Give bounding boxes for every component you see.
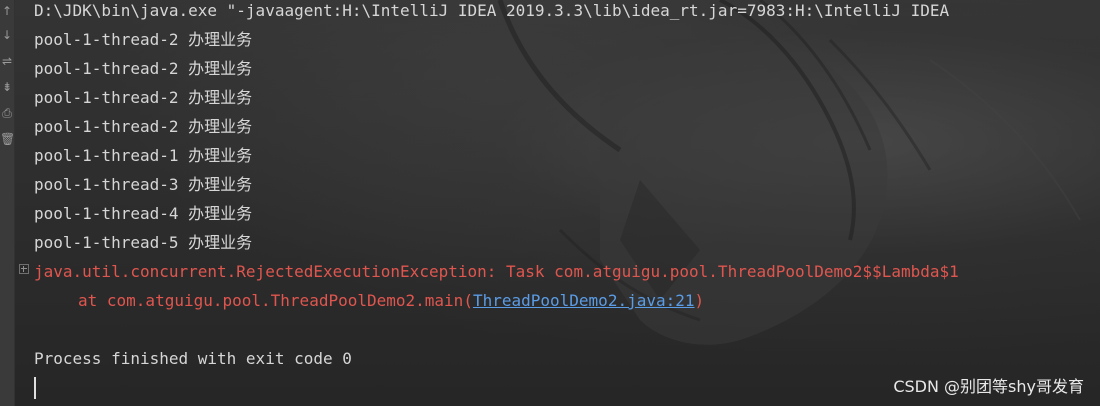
exception-line: java.util.concurrent.RejectedExecutionEx…: [34, 262, 959, 281]
command-line: D:\JDK\bin\java.exe "-javaagent:H:\Intel…: [34, 1, 950, 20]
output-line: pool-1-thread-2 办理业务: [34, 59, 253, 78]
stack-trace-text: at com.atguigu.pool.ThreadPoolDemo2.main…: [78, 291, 473, 310]
text-cursor: [34, 377, 36, 399]
arrow-down-icon[interactable]: ↓: [0, 26, 14, 44]
arrow-up-icon[interactable]: ↑: [0, 2, 14, 20]
console-toolbar: ↑ ↓ ⇌ ⇟ ⎙ 🗑: [0, 0, 15, 406]
scroll-to-end-icon[interactable]: ⇟: [0, 78, 14, 96]
output-line: pool-1-thread-3 办理业务: [34, 175, 253, 194]
watermark: CSDN @别团等shy哥发育: [893, 377, 1084, 396]
output-line: pool-1-thread-1 办理业务: [34, 146, 253, 165]
trash-icon[interactable]: 🗑: [0, 130, 15, 148]
exit-message: Process finished with exit code 0: [34, 349, 352, 368]
output-line: pool-1-thread-5 办理业务: [34, 233, 253, 252]
soft-wrap-icon[interactable]: ⇌: [0, 52, 14, 70]
output-line: pool-1-thread-2 办理业务: [34, 88, 253, 107]
run-console: ↑ ↓ ⇌ ⇟ ⎙ 🗑 D:\JDK\bin\java.exe "-javaag…: [0, 0, 1100, 406]
fold-expand-icon[interactable]: [19, 264, 29, 274]
output-line: pool-1-thread-4 办理业务: [34, 204, 253, 223]
output-line: pool-1-thread-2 办理业务: [34, 117, 253, 136]
source-link[interactable]: ThreadPoolDemo2.java:21: [473, 291, 695, 310]
stack-trace-line: at com.atguigu.pool.ThreadPoolDemo2.main…: [78, 291, 704, 311]
print-icon[interactable]: ⎙: [0, 104, 14, 122]
stack-trace-close: ): [694, 291, 705, 310]
output-line: pool-1-thread-2 办理业务: [34, 30, 253, 49]
